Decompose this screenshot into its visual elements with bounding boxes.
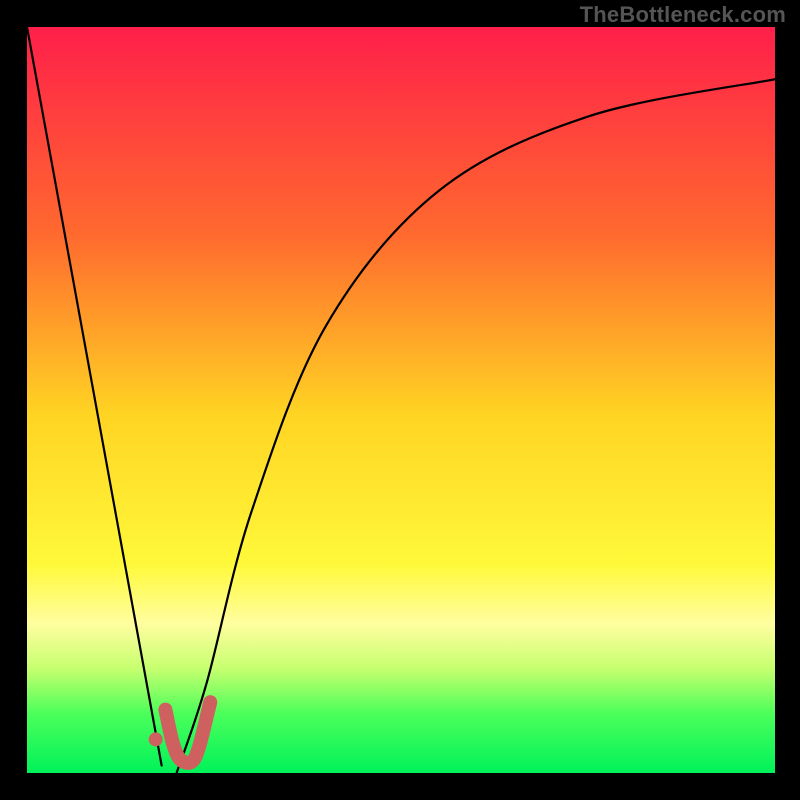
chart-svg [0, 0, 800, 800]
chart-stage: TheBottleneck.com [0, 0, 800, 800]
plot-background-gradient [27, 27, 775, 773]
watermark-text: TheBottleneck.com [580, 2, 786, 28]
optimal-marker-dot [149, 732, 163, 746]
